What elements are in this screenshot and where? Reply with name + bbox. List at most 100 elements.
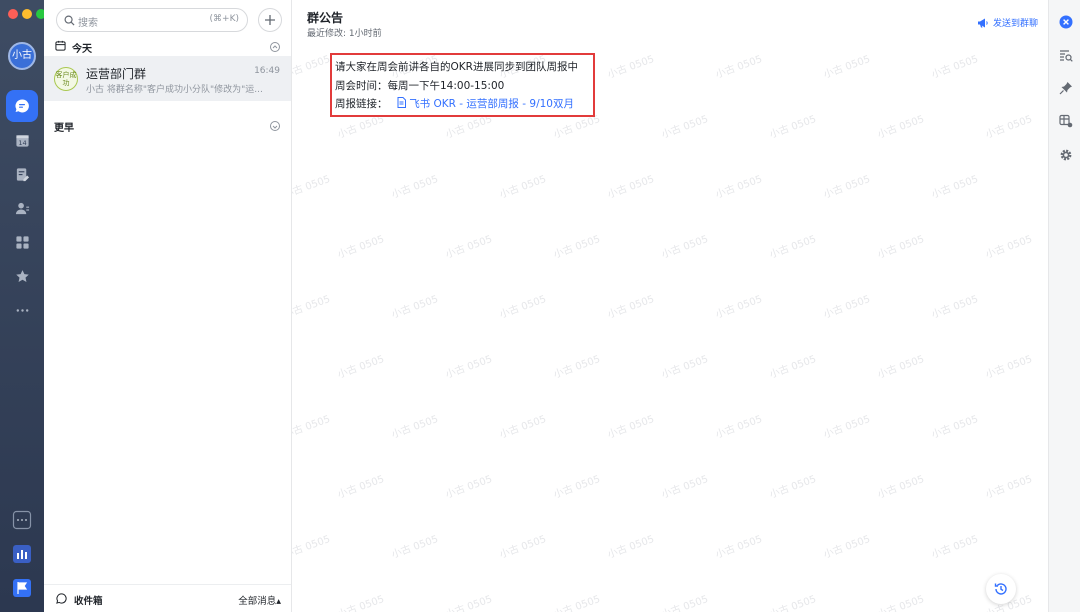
watermark-text: 小古 0505 <box>390 413 440 441</box>
history-button[interactable] <box>986 574 1016 604</box>
watermark-text: 小古 0505 <box>660 473 710 501</box>
close-window-button[interactable] <box>8 9 18 19</box>
contacts-nav-button[interactable] <box>8 194 36 222</box>
table-settings-icon <box>1059 114 1073 128</box>
inbox-button[interactable]: 收件箱 <box>74 593 103 607</box>
pin-icon <box>1059 82 1072 95</box>
watermark-text: 小古 0505 <box>336 473 386 501</box>
watermark-text: 小古 0505 <box>984 473 1034 501</box>
watermark-text: 小古 0505 <box>498 533 548 561</box>
watermark-text: 小古 0505 <box>714 173 764 201</box>
section-today-label: 今天 <box>72 44 92 55</box>
chat-row-ops-group[interactable]: 客户成功 运营部门群 16:49 小古 将群名称"客户成功小分队"修改为"运..… <box>44 56 291 101</box>
send-to-group-button[interactable]: 发送到群聊 <box>977 16 1038 29</box>
watermark-text: 小古 0505 <box>822 173 872 201</box>
megaphone-icon <box>977 18 988 27</box>
search-messages-button[interactable] <box>1058 48 1074 64</box>
doc-file-icon <box>397 97 406 108</box>
expand-earlier-button[interactable] <box>270 121 280 131</box>
close-circle-icon <box>1059 15 1073 29</box>
watermark-text: 小古 0505 <box>390 293 440 321</box>
group-avatar: 客户成功 <box>54 67 78 91</box>
page-title: 群公告 <box>307 11 344 25</box>
user-avatar[interactable]: 小古 <box>8 42 36 70</box>
close-panel-button[interactable] <box>1058 14 1074 30</box>
list-search-icon <box>1060 50 1073 62</box>
watermark-text: 小古 0505 <box>660 353 710 381</box>
chat-name: 运营部门群 <box>86 67 147 81</box>
watermark-text: 小古 0505 <box>768 233 818 261</box>
watermark-text: 小古 0505 <box>336 233 386 261</box>
chevron-up-icon <box>272 45 278 49</box>
watermark-text: 小古 0505 <box>444 353 494 381</box>
favorites-nav-button[interactable] <box>8 262 36 290</box>
calendar-nav-button[interactable]: 14 <box>8 126 36 154</box>
watermark-text: 小古 0505 <box>606 293 656 321</box>
watermark-text: 小古 0505 <box>606 533 656 561</box>
watermark-text: 小古 0505 <box>336 593 386 612</box>
watermark-text: 小古 0505 <box>552 473 602 501</box>
announcement-line-3: 周报链接： 飞书 OKR - 运营部周报 - 9/10双月 <box>335 96 574 111</box>
chat-list-panel: 搜索 (⌘+K) 今天 客户成功 运营部门群 16:49 小古 将群名称"客户成… <box>44 0 321 612</box>
bar-chart-icon <box>13 545 31 563</box>
watermark-text: 小古 0505 <box>660 113 710 141</box>
left-nav-rail: 小古 14 <box>0 0 46 612</box>
calendar-small-icon <box>55 40 66 51</box>
section-earlier-label: 更早 <box>54 123 74 134</box>
message-filter-dropdown[interactable]: 全部消息▴ <box>238 593 281 607</box>
watermark-text: 小古 0505 <box>930 173 980 201</box>
apps-more-button[interactable] <box>8 506 36 534</box>
pinned-button[interactable] <box>1058 80 1074 96</box>
watermark-text: 小古 0505 <box>660 233 710 261</box>
send-to-group-label: 发送到群聊 <box>992 19 1038 29</box>
watermark-text: 小古 0505 <box>822 293 872 321</box>
search-input[interactable]: 搜索 (⌘+K) <box>56 8 248 32</box>
watermark-text: 小古 0505 <box>876 473 926 501</box>
watermark-text: 小古 0505 <box>390 173 440 201</box>
flag-app-button[interactable] <box>8 574 36 602</box>
watermark-text: 小古 0505 <box>984 233 1034 261</box>
ellipsis-box-icon <box>12 510 32 530</box>
watermark-text: 小古 0505 <box>498 293 548 321</box>
watermark-text: 小古 0505 <box>768 113 818 141</box>
gear-icon <box>1060 149 1072 161</box>
watermark-text: 小古 0505 <box>930 53 980 81</box>
chevron-down-icon <box>272 125 278 129</box>
chat-preview: 小古 将群名称"客户成功小分队"修改为"运... <box>86 85 263 95</box>
watermark-text: 小古 0505 <box>606 173 656 201</box>
collapse-today-button[interactable] <box>270 42 280 52</box>
watermark-text: 小古 0505 <box>876 233 926 261</box>
watermark-text: 小古 0505 <box>444 473 494 501</box>
watermark-text: 小古 0505 <box>930 413 980 441</box>
group-apps-button[interactable] <box>1058 113 1074 129</box>
watermark-text: 小古 0505 <box>768 353 818 381</box>
star-icon <box>15 269 29 282</box>
create-button[interactable] <box>258 8 282 32</box>
watermark-text: 小古 0505 <box>292 413 332 441</box>
contacts-icon <box>15 202 29 214</box>
docs-nav-button[interactable] <box>8 160 36 188</box>
inbox-bubble-icon <box>56 593 67 604</box>
more-nav-button[interactable] <box>8 296 36 324</box>
analytics-app-button[interactable] <box>8 540 36 568</box>
watermark-text: 小古 0505 <box>984 353 1034 381</box>
announcement-line-1: 请大家在周会前讲各自的OKR进展同步到团队周报中 <box>335 61 578 73</box>
messages-nav-button[interactable] <box>6 90 38 122</box>
watermark-text: 小古 0505 <box>714 413 764 441</box>
watermark-text: 小古 0505 <box>336 353 386 381</box>
watermark-text: 小古 0505 <box>552 233 602 261</box>
watermark-text: 小古 0505 <box>876 353 926 381</box>
settings-button[interactable] <box>1058 147 1074 163</box>
watermark-text: 小古 0505 <box>606 413 656 441</box>
watermark-text: 小古 0505 <box>390 533 440 561</box>
report-link[interactable]: 飞书 OKR - 运营部周报 - 9/10双月 <box>409 98 574 110</box>
watermark-text: 小古 0505 <box>714 53 764 81</box>
announcement-pane: 小古 0505 小古 0505 小古 0505 小古 0505 小古 0505 小古 05… <box>292 0 1048 612</box>
announcement-line-2: 周会时间：每周一下午14:00-15:00 <box>335 80 505 92</box>
watermark-text: 小古 0505 <box>606 53 656 81</box>
minimize-window-button[interactable] <box>22 9 32 19</box>
watermark-text: 小古 0505 <box>876 593 926 612</box>
workplace-nav-button[interactable] <box>8 228 36 256</box>
watermark-text: 小古 0505 <box>292 533 332 561</box>
watermark-text: 小古 0505 <box>292 173 332 201</box>
